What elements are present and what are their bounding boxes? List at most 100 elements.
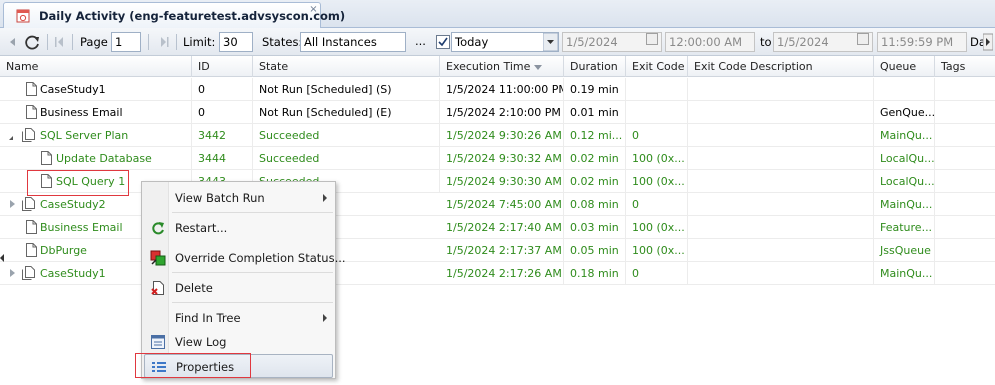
- menu-item-override-completion-status[interactable]: Override Completion Status...: [144, 246, 346, 270]
- tab-close-icon[interactable]: ×: [308, 5, 319, 16]
- cell-duration: 0.12 mi...: [564, 124, 626, 147]
- cell-queue: MainQu...: [874, 193, 935, 216]
- cell-state: Not Run [Scheduled] (E): [253, 101, 440, 124]
- submenu-arrow-icon: [323, 314, 327, 322]
- menu-item-label: View Batch Run: [175, 191, 265, 205]
- cell-queue: JssQueue: [874, 239, 935, 262]
- cell-exit-description: [688, 78, 874, 101]
- cell-exit-description: [688, 124, 874, 147]
- cell-execution-time: 1/5/2024 2:17:37 AM: [440, 239, 564, 262]
- cell-exit-code: [626, 78, 688, 101]
- limit-label: Limit:: [183, 35, 216, 49]
- cell-exit-description: [688, 262, 874, 285]
- column-header-tags[interactable]: Tags: [935, 56, 995, 77]
- column-header-duration[interactable]: Duration: [564, 56, 626, 77]
- from-time-input[interactable]: 12:00:00 AM: [665, 32, 755, 52]
- cell-id: 3442: [192, 124, 253, 147]
- limit-input[interactable]: 30: [219, 32, 253, 52]
- cell-duration: 0.01 min: [564, 101, 626, 124]
- cell-name: Update Database: [50, 147, 192, 170]
- menu-item-find-in-tree[interactable]: Find In Tree: [144, 306, 333, 330]
- refresh-icon[interactable]: [22, 32, 42, 52]
- toolbar-separator: [47, 34, 48, 50]
- cell-queue: GenQue...: [874, 101, 935, 124]
- cell-duration: 0.18 min: [564, 262, 626, 285]
- table-row[interactable]: CaseStudy1 0 Not Run [Scheduled] (S) 1/5…: [0, 78, 995, 101]
- cell-exit-code: 100 (0x...: [626, 239, 688, 262]
- calendar-icon: [16, 9, 30, 23]
- expand-arrow-icon[interactable]: [10, 269, 15, 277]
- cell-duration: 0.05 min: [564, 239, 626, 262]
- date-filter-checkbox[interactable]: [436, 35, 450, 49]
- cell-execution-time: 1/5/2024 9:30:30 AM: [440, 170, 564, 193]
- grid-header: Name ID State Execution Time Duration Ex…: [0, 56, 995, 77]
- menu-item-restart[interactable]: Restart...: [144, 216, 333, 240]
- column-header-exit-code[interactable]: Exit Code: [626, 56, 688, 77]
- menu-item-label: Find In Tree: [175, 311, 241, 325]
- table-row[interactable]: Update Database 3444 Succeeded 1/5/2024 …: [0, 147, 995, 170]
- menu-item-label: View Log: [175, 335, 227, 349]
- table-row[interactable]: Business Email 0 Not Run [Scheduled] (E)…: [0, 101, 995, 124]
- to-time-input[interactable]: 11:59:59 PM: [877, 32, 967, 52]
- states-label: States:: [262, 35, 303, 49]
- context-menu: View Batch Run Restart... Override Compl…: [141, 181, 346, 379]
- column-header-name[interactable]: Name: [0, 56, 192, 77]
- table-row[interactable]: SQL Server Plan 3442 Succeeded 1/5/2024 …: [0, 124, 995, 147]
- cell-queue: MainQu...: [874, 262, 935, 285]
- cell-exit-description: [688, 239, 874, 262]
- chevron-down-icon[interactable]: [543, 33, 558, 51]
- cell-execution-time: 1/5/2024 2:10:00 PM: [440, 101, 564, 124]
- cell-duration: 0.03 min: [564, 216, 626, 239]
- column-header-execution-time[interactable]: Execution Time: [440, 56, 564, 77]
- column-header-execution-time-label: Execution Time: [446, 60, 531, 73]
- column-header-queue[interactable]: Queue: [874, 56, 935, 77]
- toolbar-separator: [72, 34, 73, 50]
- restart-icon: [152, 222, 164, 235]
- cell-exit-description: [688, 101, 874, 124]
- states-picker-button[interactable]: ...: [415, 34, 426, 48]
- cell-exit-description: [688, 147, 874, 170]
- cell-exit-description: [688, 170, 874, 193]
- sort-descending-icon: [534, 64, 543, 70]
- to-label: to: [760, 35, 772, 49]
- menu-item-delete[interactable]: Delete: [144, 276, 333, 300]
- delete-icon: [151, 281, 164, 295]
- cell-exit-code: 100 (0x...: [626, 147, 688, 170]
- menu-item-label: Delete: [175, 281, 213, 295]
- expand-arrow-icon[interactable]: [10, 200, 15, 208]
- menu-item-label: Restart...: [175, 221, 228, 235]
- menu-item-view-batch-run[interactable]: View Batch Run: [144, 186, 333, 210]
- menu-separator: [172, 272, 333, 273]
- cell-exit-description: [688, 193, 874, 216]
- cell-queue: MainQu...: [874, 124, 935, 147]
- toolbar-separator: [176, 34, 177, 50]
- cell-execution-time: 1/5/2024 2:17:40 AM: [440, 216, 564, 239]
- to-date-calendar-icon[interactable]: [857, 33, 869, 45]
- menu-item-label: Override Completion Status...: [175, 251, 346, 265]
- from-date-calendar-icon[interactable]: [646, 33, 658, 45]
- override-status-icon: [150, 250, 166, 266]
- next-page-icon[interactable]: [158, 32, 170, 52]
- page-input[interactable]: 1: [111, 32, 141, 52]
- column-header-state[interactable]: State: [253, 56, 440, 77]
- cell-exit-code: [626, 101, 688, 124]
- cell-exit-description: [688, 216, 874, 239]
- back-arrow-icon[interactable]: [6, 32, 18, 52]
- cell-queue: LocalQu...: [874, 147, 935, 170]
- tab-daily-activity[interactable]: Daily Activity (eng-featuretest.advsysco…: [3, 2, 345, 28]
- previous-page-icon[interactable]: [53, 32, 65, 52]
- tab-title: Daily Activity (eng-featuretest.advsysco…: [39, 9, 346, 23]
- menu-item-view-log[interactable]: View Log: [144, 330, 333, 354]
- cell-exit-code: 0: [626, 193, 688, 216]
- splitter-handle-icon[interactable]: [0, 254, 4, 262]
- states-input[interactable]: All Instances: [300, 32, 406, 52]
- toolbar-overflow-arrow-icon[interactable]: [983, 32, 993, 52]
- collapse-arrow-icon[interactable]: [9, 132, 13, 140]
- cell-duration: 0.08 min: [564, 193, 626, 216]
- cell-id: 0: [192, 78, 253, 101]
- cell-name: Business Email: [34, 101, 192, 124]
- column-header-id[interactable]: ID: [192, 56, 253, 77]
- submenu-arrow-icon: [323, 194, 327, 202]
- toolbar-separator: [148, 34, 149, 50]
- column-header-exit-code-description[interactable]: Exit Code Description: [688, 56, 874, 77]
